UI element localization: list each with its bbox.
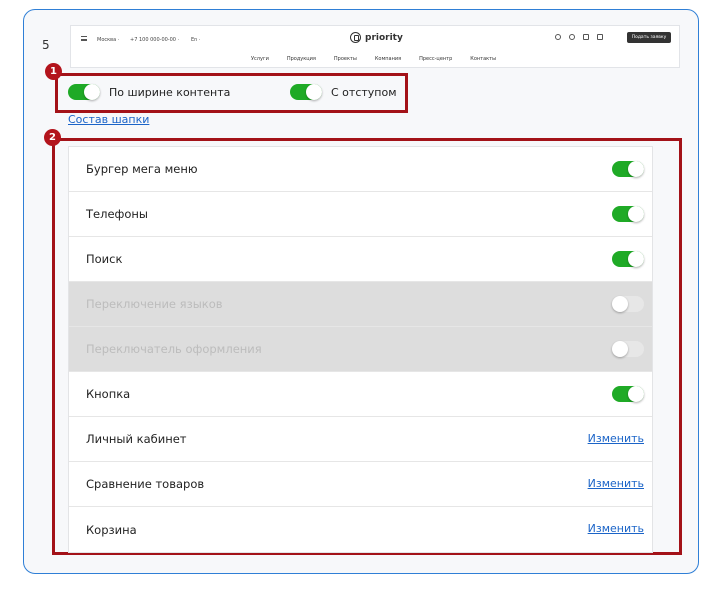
item-label: Телефоны [86,207,148,221]
edit-link[interactable]: Изменить [588,477,644,490]
preview-nav-item: Компания [374,56,402,62]
item-toggle[interactable] [612,251,644,267]
compare-icon [583,34,589,40]
item-label: Поиск [86,252,123,266]
list-item: Поиск [69,237,652,282]
row-number: 5 [42,38,50,52]
item-toggle[interactable] [612,386,644,402]
item-toggle[interactable] [612,161,644,177]
list-item: Бургер мега меню [69,147,652,192]
preview-logo: priority [350,32,403,43]
option-content-width[interactable]: По ширине контента [68,84,230,100]
item-label: Сравнение товаров [86,477,205,491]
item-label: Кнопка [86,387,131,401]
item-toggle[interactable] [612,206,644,222]
burger-icon [81,36,87,41]
list-item: Телефоны [69,192,652,237]
header-elements-box: Бургер мега меню Телефоны Поиск Переключени… [52,138,682,555]
content-width-toggle[interactable] [68,84,100,100]
item-label: Переключатель оформления [86,342,262,356]
preview-cta-button: Подать заявку [627,32,671,43]
preview-phone: +7 100 000-00-00 · [130,37,180,43]
layout-options: По ширине контента С отступом [55,73,408,113]
preview-nav-item: Пресс-центр [419,56,453,62]
user-icon [569,34,575,40]
item-label: Переключение языков [86,297,223,311]
list-item: Сравнение товаров Изменить [69,462,652,507]
edit-link[interactable]: Изменить [588,522,644,535]
search-icon [555,34,561,40]
option-label: По ширине контента [109,85,231,99]
list-item: Личный кабинет Изменить [69,417,652,462]
header-preview: Москва · +7 100 000-00-00 · En · priorit… [70,25,680,68]
edit-link[interactable]: Изменить [588,432,644,445]
header-composition-link[interactable]: Состав шапки [68,113,149,126]
preview-nav: Услуги Продукция Проекты Компания Пресс-… [251,56,514,62]
preview-top-bar: Москва · +7 100 000-00-00 · En · priorit… [71,32,679,48]
item-label: Личный кабинет [86,432,187,446]
marker-badge-1: 1 [45,63,62,80]
preview-nav-item: Контакты [470,56,497,62]
option-indent[interactable]: С отступом [290,84,397,100]
preview-icons [555,34,603,40]
preview-city: Москва · [97,37,120,43]
preview-nav-item: Продукция [286,56,316,62]
item-toggle [612,296,644,312]
marker-badge-2: 2 [44,129,61,146]
preview-lang: En · [191,37,201,43]
list-item: Корзина Изменить [69,507,652,552]
item-toggle [612,341,644,357]
indent-toggle[interactable] [290,84,322,100]
option-label: С отступом [331,85,397,99]
list-item: Переключатель оформления [69,327,652,372]
item-label: Корзина [86,522,137,537]
list-item: Переключение языков [69,282,652,327]
item-label: Бургер мега меню [86,162,198,176]
logo-text: priority [365,32,403,43]
preview-nav-item: Проекты [333,56,357,62]
list-item: Кнопка [69,372,652,417]
logo-icon [350,32,361,43]
cart-icon [597,34,603,40]
preview-nav-item: Услуги [251,56,269,62]
header-elements-list: Бургер мега меню Телефоны Поиск Переключени… [68,146,653,553]
